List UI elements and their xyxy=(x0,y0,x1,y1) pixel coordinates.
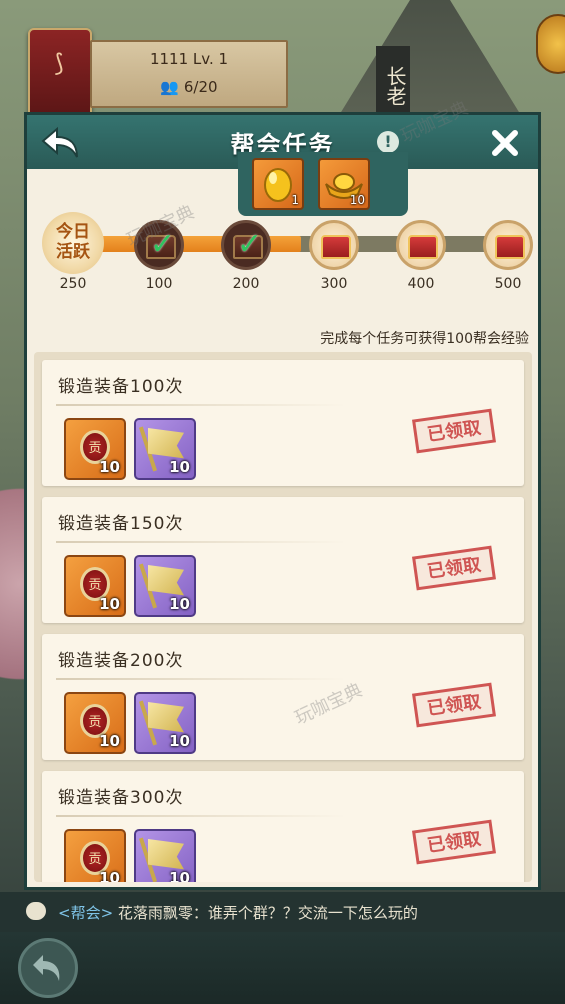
guild-member-count: 👥 6/20 xyxy=(160,78,218,96)
current-activity-value: 250 xyxy=(59,276,87,292)
milestone-label: 400 xyxy=(407,276,435,292)
chat-message: <帮会> 花落雨飘零：谁弄个群？？交流一下怎么玩的 xyxy=(58,902,418,923)
checkmark-icon: ✓ xyxy=(237,227,263,262)
back-arrow-icon xyxy=(33,955,60,981)
task-card: 锻造装备100次 贡 10 10 已领取 xyxy=(42,360,524,486)
claimed-stamp: 已领取 xyxy=(412,408,496,454)
milestone-chest-300[interactable] xyxy=(309,220,359,270)
chat-channel: <帮会> xyxy=(58,904,114,922)
milestone-label: 100 xyxy=(145,276,173,292)
milestone-chest-200[interactable]: ✓ xyxy=(221,220,271,270)
task-card: 锻造装备200次 贡 10 10 已领取 xyxy=(42,634,524,760)
milestone-label: 300 xyxy=(320,276,348,292)
item-qty: 10 xyxy=(99,869,120,882)
chat-bar[interactable]: <帮会> 花落雨飘零：谁弄个群？？交流一下怎么玩的 xyxy=(0,892,565,932)
dragon-crest-icon: ⟆ xyxy=(54,49,64,77)
item-qty: 10 xyxy=(169,869,190,882)
divider xyxy=(56,404,346,406)
divider xyxy=(56,678,346,680)
item-qty: 10 xyxy=(99,595,120,613)
guild-banner[interactable]: ⟆ xyxy=(28,28,92,116)
banner-flag-icon xyxy=(148,565,184,596)
item-qty: 10 xyxy=(99,732,120,750)
task-title: 锻造装备100次 xyxy=(58,377,184,397)
task-title: 锻造装备200次 xyxy=(58,651,184,671)
milestone-label: 200 xyxy=(232,276,260,292)
milestone-label: 500 xyxy=(494,276,522,292)
item-qty: 10 xyxy=(169,458,190,476)
reward-chip[interactable]: 1 xyxy=(252,158,304,210)
reward-count: 1 xyxy=(291,193,299,207)
exp-reward-note: 完成每个任务可获得100帮会经验 xyxy=(320,331,529,347)
member-count-value: 6/20 xyxy=(183,78,218,96)
reward-count: 10 xyxy=(349,193,365,207)
milestone-chest-500[interactable] xyxy=(483,220,533,270)
today-activity-badge: 今日 活跃 xyxy=(42,212,104,274)
chest-icon xyxy=(495,235,525,259)
reward-item[interactable]: 贡 10 xyxy=(64,692,126,754)
player-id-level: 1111 Lv. 1 xyxy=(149,50,229,68)
reward-item[interactable]: 10 xyxy=(134,555,196,617)
reward-item[interactable]: 贡 10 xyxy=(64,418,126,480)
task-list[interactable]: 锻造装备100次 贡 10 10 已领取 锻造装备150次 贡 10 10 已领取 … xyxy=(34,352,532,882)
bottom-bar xyxy=(0,932,565,1004)
divider xyxy=(56,815,346,817)
reward-chip[interactable]: 10 xyxy=(318,158,370,210)
badge-line2: 活跃 xyxy=(56,242,90,262)
task-title: 锻造装备300次 xyxy=(58,788,184,808)
badge-line1: 今日 xyxy=(56,222,90,242)
task-title: 锻造装备150次 xyxy=(58,514,184,534)
close-icon[interactable] xyxy=(489,127,521,159)
item-qty: 10 xyxy=(169,732,190,750)
reward-item[interactable]: 贡 10 xyxy=(64,555,126,617)
claimed-stamp: 已领取 xyxy=(412,545,496,591)
chest-icon xyxy=(408,235,438,259)
elder-sign: 长老 xyxy=(376,46,410,120)
reward-item[interactable]: 10 xyxy=(134,829,196,882)
task-card: 锻造装备300次 贡 10 10 已领取 xyxy=(42,771,524,882)
reward-item[interactable]: 10 xyxy=(134,418,196,480)
reward-item[interactable]: 10 xyxy=(134,692,196,754)
divider xyxy=(56,541,346,543)
claimed-stamp: 已领取 xyxy=(412,682,496,728)
reward-item[interactable]: 贡 10 xyxy=(64,829,126,882)
banner-flag-icon xyxy=(148,839,184,870)
item-qty: 10 xyxy=(99,458,120,476)
info-icon[interactable]: ! xyxy=(377,131,399,153)
item-qty: 10 xyxy=(169,595,190,613)
event-corner-button[interactable] xyxy=(536,14,565,74)
banner-flag-icon xyxy=(148,702,184,733)
chat-message-text: 花落雨飘零：谁弄个群？？交流一下怎么玩的 xyxy=(117,904,418,922)
claimed-stamp: 已领取 xyxy=(412,819,496,865)
chest-icon xyxy=(321,235,351,259)
bottom-back-button[interactable] xyxy=(18,938,78,998)
task-card: 锻造装备150次 贡 10 10 已领取 xyxy=(42,497,524,623)
milestone-chest-400[interactable] xyxy=(396,220,446,270)
player-info-plate: 1111 Lv. 1 👥 6/20 xyxy=(90,40,288,108)
daily-reward-preview: 1 10 xyxy=(238,152,408,216)
chat-bubble-icon xyxy=(26,902,46,920)
banner-flag-icon xyxy=(148,428,184,459)
